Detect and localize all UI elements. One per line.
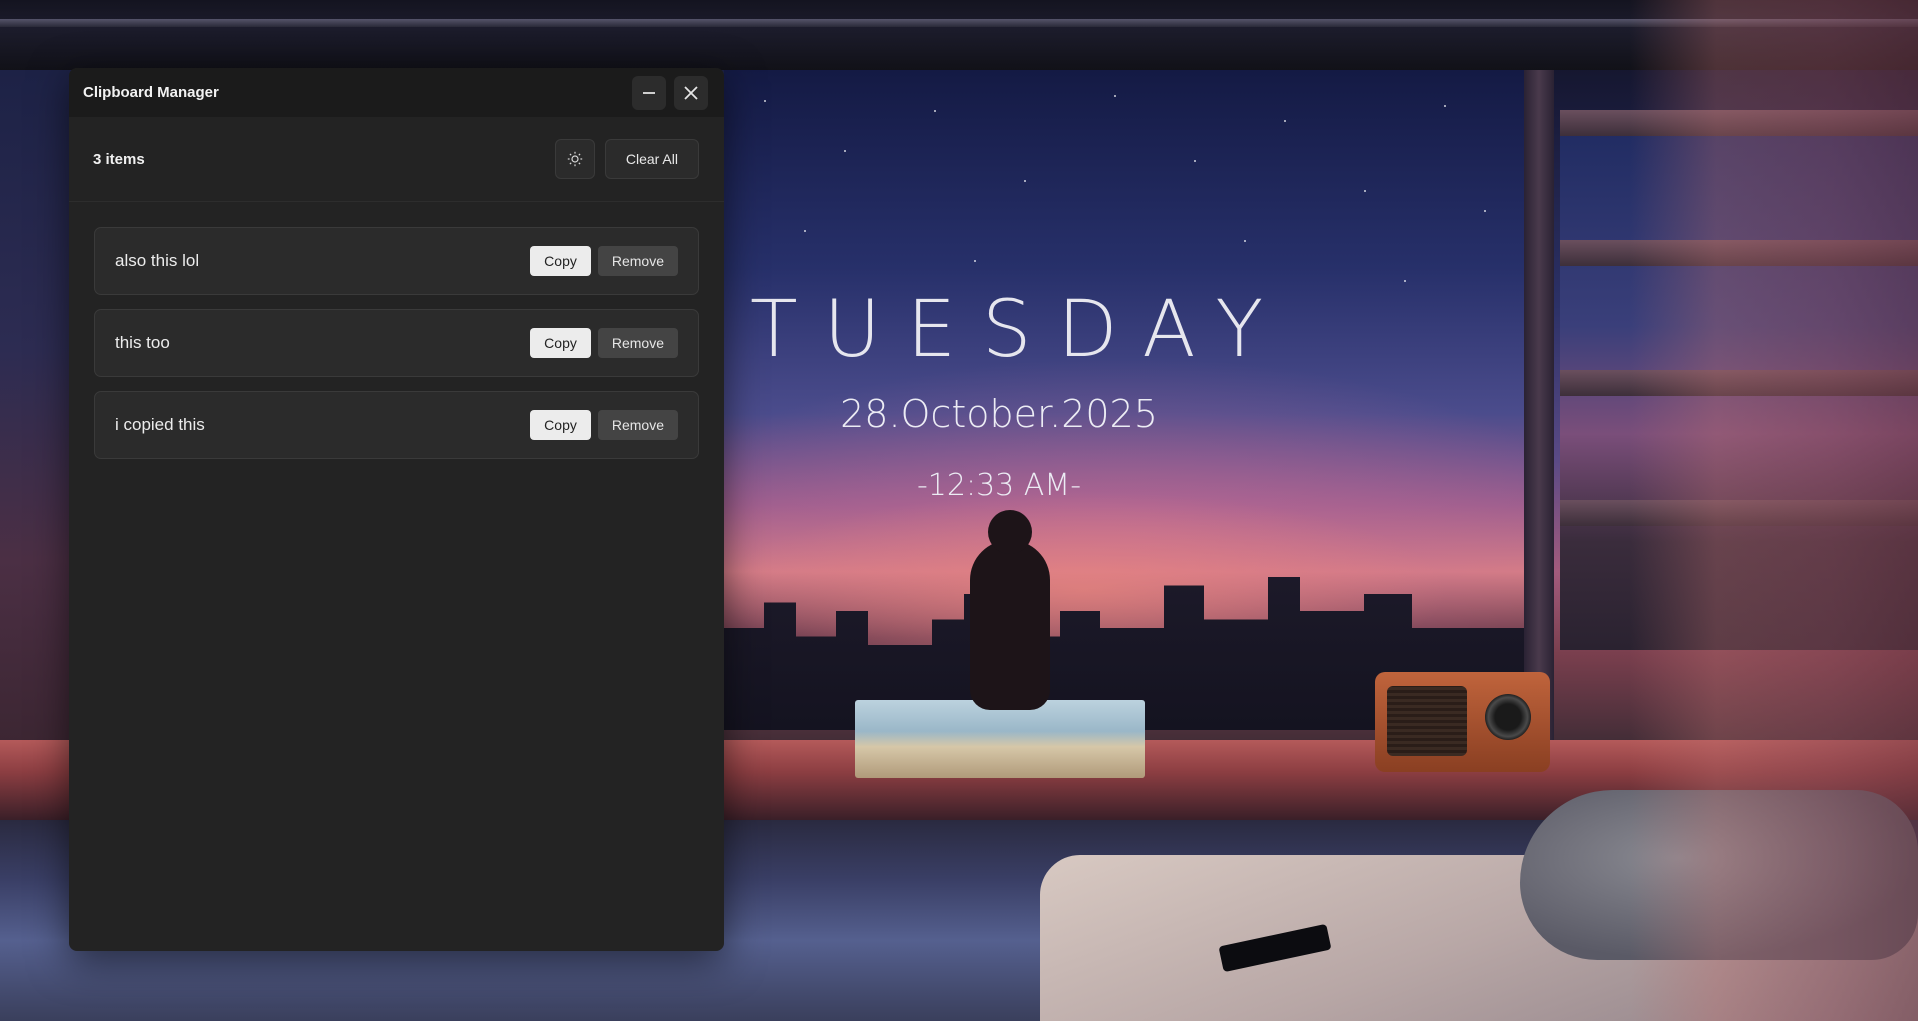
sun-icon <box>567 151 583 167</box>
clipboard-window: Clipboard Manager 3 items Clear All also… <box>69 68 724 951</box>
wallpaper-books <box>855 700 1145 778</box>
list-item: also this lol Copy Remove <box>94 227 699 295</box>
wallpaper-cat <box>970 510 1050 710</box>
minimize-button[interactable] <box>632 75 666 110</box>
remove-button[interactable]: Remove <box>597 328 678 358</box>
minimize-icon <box>643 91 655 94</box>
clipboard-list: also this lol Copy Remove this too Copy … <box>69 202 724 459</box>
desktop: TUESDAY 28.October.2025 -12:33 AM- Clipb… <box>0 0 1918 1021</box>
remove-button[interactable]: Remove <box>597 410 678 440</box>
wallpaper-curtain <box>1630 0 1918 1021</box>
window-title: Clipboard Manager <box>83 84 219 101</box>
item-actions: Copy Remove <box>530 328 678 358</box>
wallpaper-radio <box>1375 672 1550 772</box>
list-header: 3 items Clear All <box>69 117 724 202</box>
list-item: i copied this Copy Remove <box>94 391 699 459</box>
item-text: i copied this <box>115 415 205 434</box>
item-text: also this lol <box>115 251 200 270</box>
copy-button[interactable]: Copy <box>530 410 591 440</box>
clear-all-button[interactable]: Clear All <box>604 139 699 179</box>
copy-button[interactable]: Copy <box>530 328 591 358</box>
list-item: this too Copy Remove <box>94 309 699 377</box>
clock-time: -12:33 AM- <box>916 468 1082 503</box>
wallpaper-window-frame <box>1524 70 1554 760</box>
item-actions: Copy Remove <box>530 246 678 276</box>
item-text: this too <box>115 333 170 352</box>
remove-button[interactable]: Remove <box>597 246 678 276</box>
item-actions: Copy Remove <box>530 410 678 440</box>
header-actions: Clear All <box>554 139 699 179</box>
close-button[interactable] <box>674 75 708 110</box>
item-count: 3 items <box>93 150 145 168</box>
copy-button[interactable]: Copy <box>530 246 591 276</box>
window-controls <box>632 75 708 110</box>
close-icon <box>684 85 698 100</box>
clock-date: 28.October.2025 <box>840 392 1158 436</box>
clock-day: TUESDAY <box>750 285 1290 375</box>
theme-toggle-button[interactable] <box>554 139 595 179</box>
title-bar[interactable]: Clipboard Manager <box>69 68 724 117</box>
